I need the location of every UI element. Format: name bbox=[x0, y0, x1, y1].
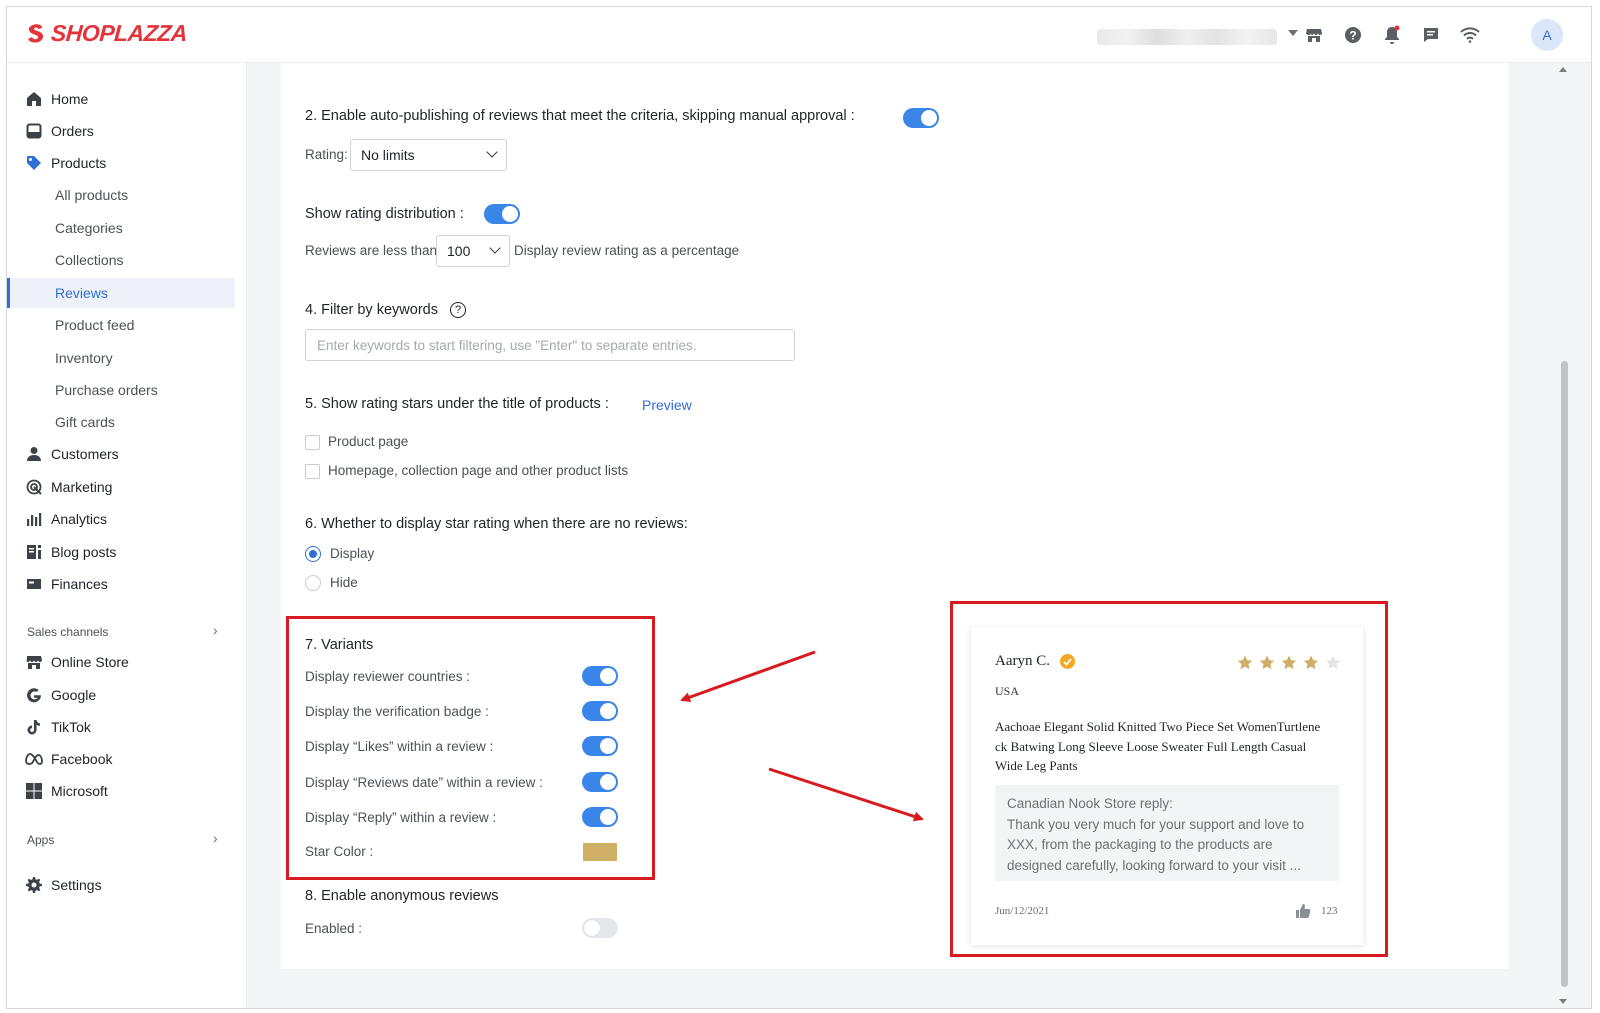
scrollbar[interactable] bbox=[1557, 63, 1571, 1008]
app-window: SHOPLAZZA ? A Home Orders Products All p… bbox=[6, 6, 1592, 1009]
arrow-to-variants bbox=[680, 650, 816, 702]
star-filled-icon bbox=[1237, 655, 1253, 670]
likes-count: 123 bbox=[1321, 905, 1338, 917]
star-filled-icon bbox=[1281, 655, 1297, 670]
arrow-to-preview bbox=[768, 767, 924, 822]
reviewer-country: USA bbox=[995, 684, 1020, 698]
review-text: Aachoae Elegant Solid Knitted Two Piece … bbox=[995, 719, 1321, 773]
scroll-down-icon[interactable] bbox=[1559, 999, 1567, 1004]
thumbs-up-icon[interactable] bbox=[1295, 903, 1311, 922]
star-empty-icon bbox=[1325, 655, 1341, 670]
rating-stars bbox=[1237, 655, 1341, 670]
reviewer-name: Aaryn C. bbox=[995, 653, 1050, 669]
store-reply-box: Canadian Nook Store reply: Thank you ver… bbox=[995, 785, 1339, 881]
star-filled-icon bbox=[1259, 655, 1275, 670]
verified-badge-icon bbox=[1060, 654, 1075, 669]
review-date: Jun/12/2021 bbox=[995, 905, 1050, 917]
review-preview-card: Aaryn C. USA Aachoae Elegant Solid Knitt… bbox=[971, 627, 1363, 945]
scrollbar-thumb[interactable] bbox=[1561, 361, 1568, 987]
scroll-up-icon[interactable] bbox=[1559, 67, 1567, 72]
reply-text: Canadian Nook Store reply: Thank you ver… bbox=[1007, 796, 1305, 873]
star-filled-icon bbox=[1303, 655, 1319, 670]
